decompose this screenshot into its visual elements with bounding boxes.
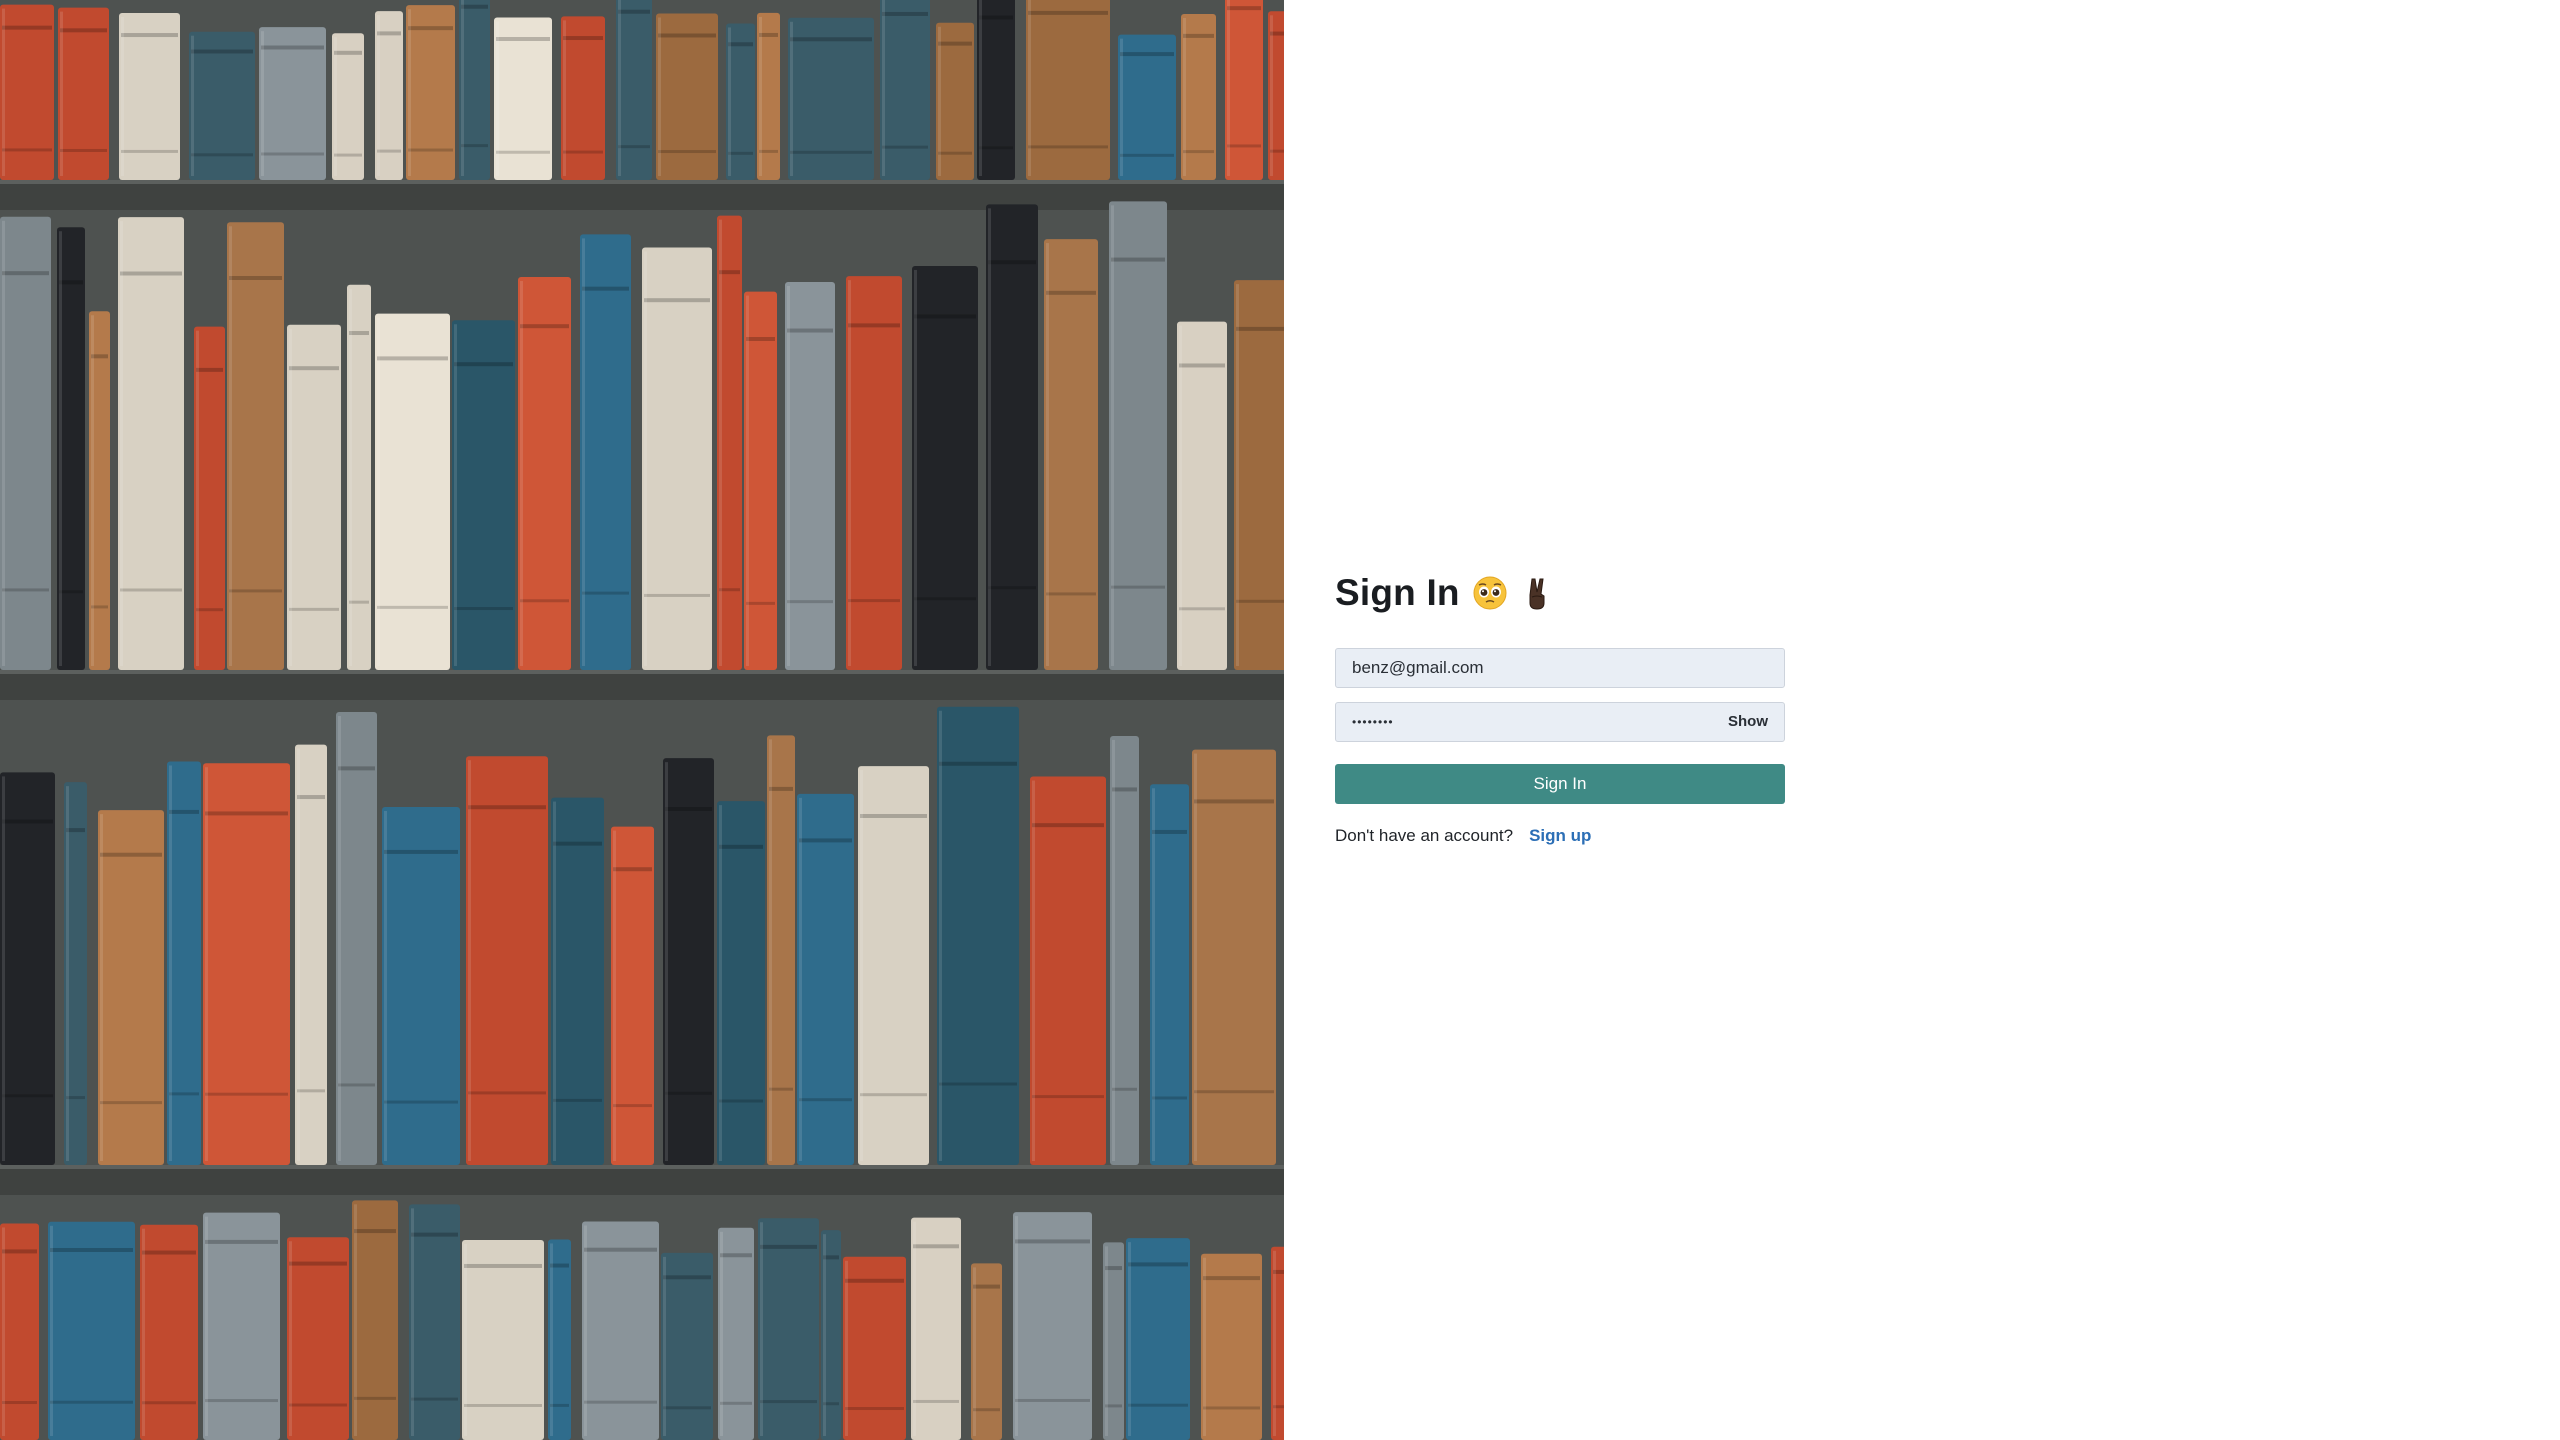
email-input[interactable] bbox=[1336, 649, 1784, 687]
show-password-button[interactable]: Show bbox=[1728, 703, 1768, 741]
signup-prompt-row: Don't have an account? Sign up bbox=[1335, 826, 1785, 846]
pleading-face-emoji-icon bbox=[1472, 575, 1508, 611]
page-title: Sign In bbox=[1335, 572, 1460, 613]
signup-prompt-text: Don't have an account? bbox=[1335, 826, 1514, 845]
sign-in-button[interactable]: Sign In bbox=[1335, 764, 1785, 804]
password-masked-value[interactable]: •••••••• bbox=[1352, 703, 1394, 741]
title-row: Sign In bbox=[1335, 560, 1785, 626]
signin-page: Sign In benz@gmail.com •••••••• Show Sig… bbox=[0, 0, 2560, 1440]
form-panel: Sign In benz@gmail.com •••••••• Show Sig… bbox=[1284, 0, 2560, 1440]
password-field[interactable]: •••••••• Show bbox=[1335, 702, 1785, 742]
bookshelf-image bbox=[0, 0, 1284, 1440]
bookshelf-illustration bbox=[0, 0, 1284, 1440]
email-field[interactable] bbox=[1335, 648, 1785, 688]
sign-up-link[interactable]: Sign up bbox=[1529, 826, 1591, 846]
signin-form: Sign In benz@gmail.com •••••••• Show Sig… bbox=[1335, 560, 1785, 846]
victory-hand-emoji-icon bbox=[1520, 575, 1556, 611]
